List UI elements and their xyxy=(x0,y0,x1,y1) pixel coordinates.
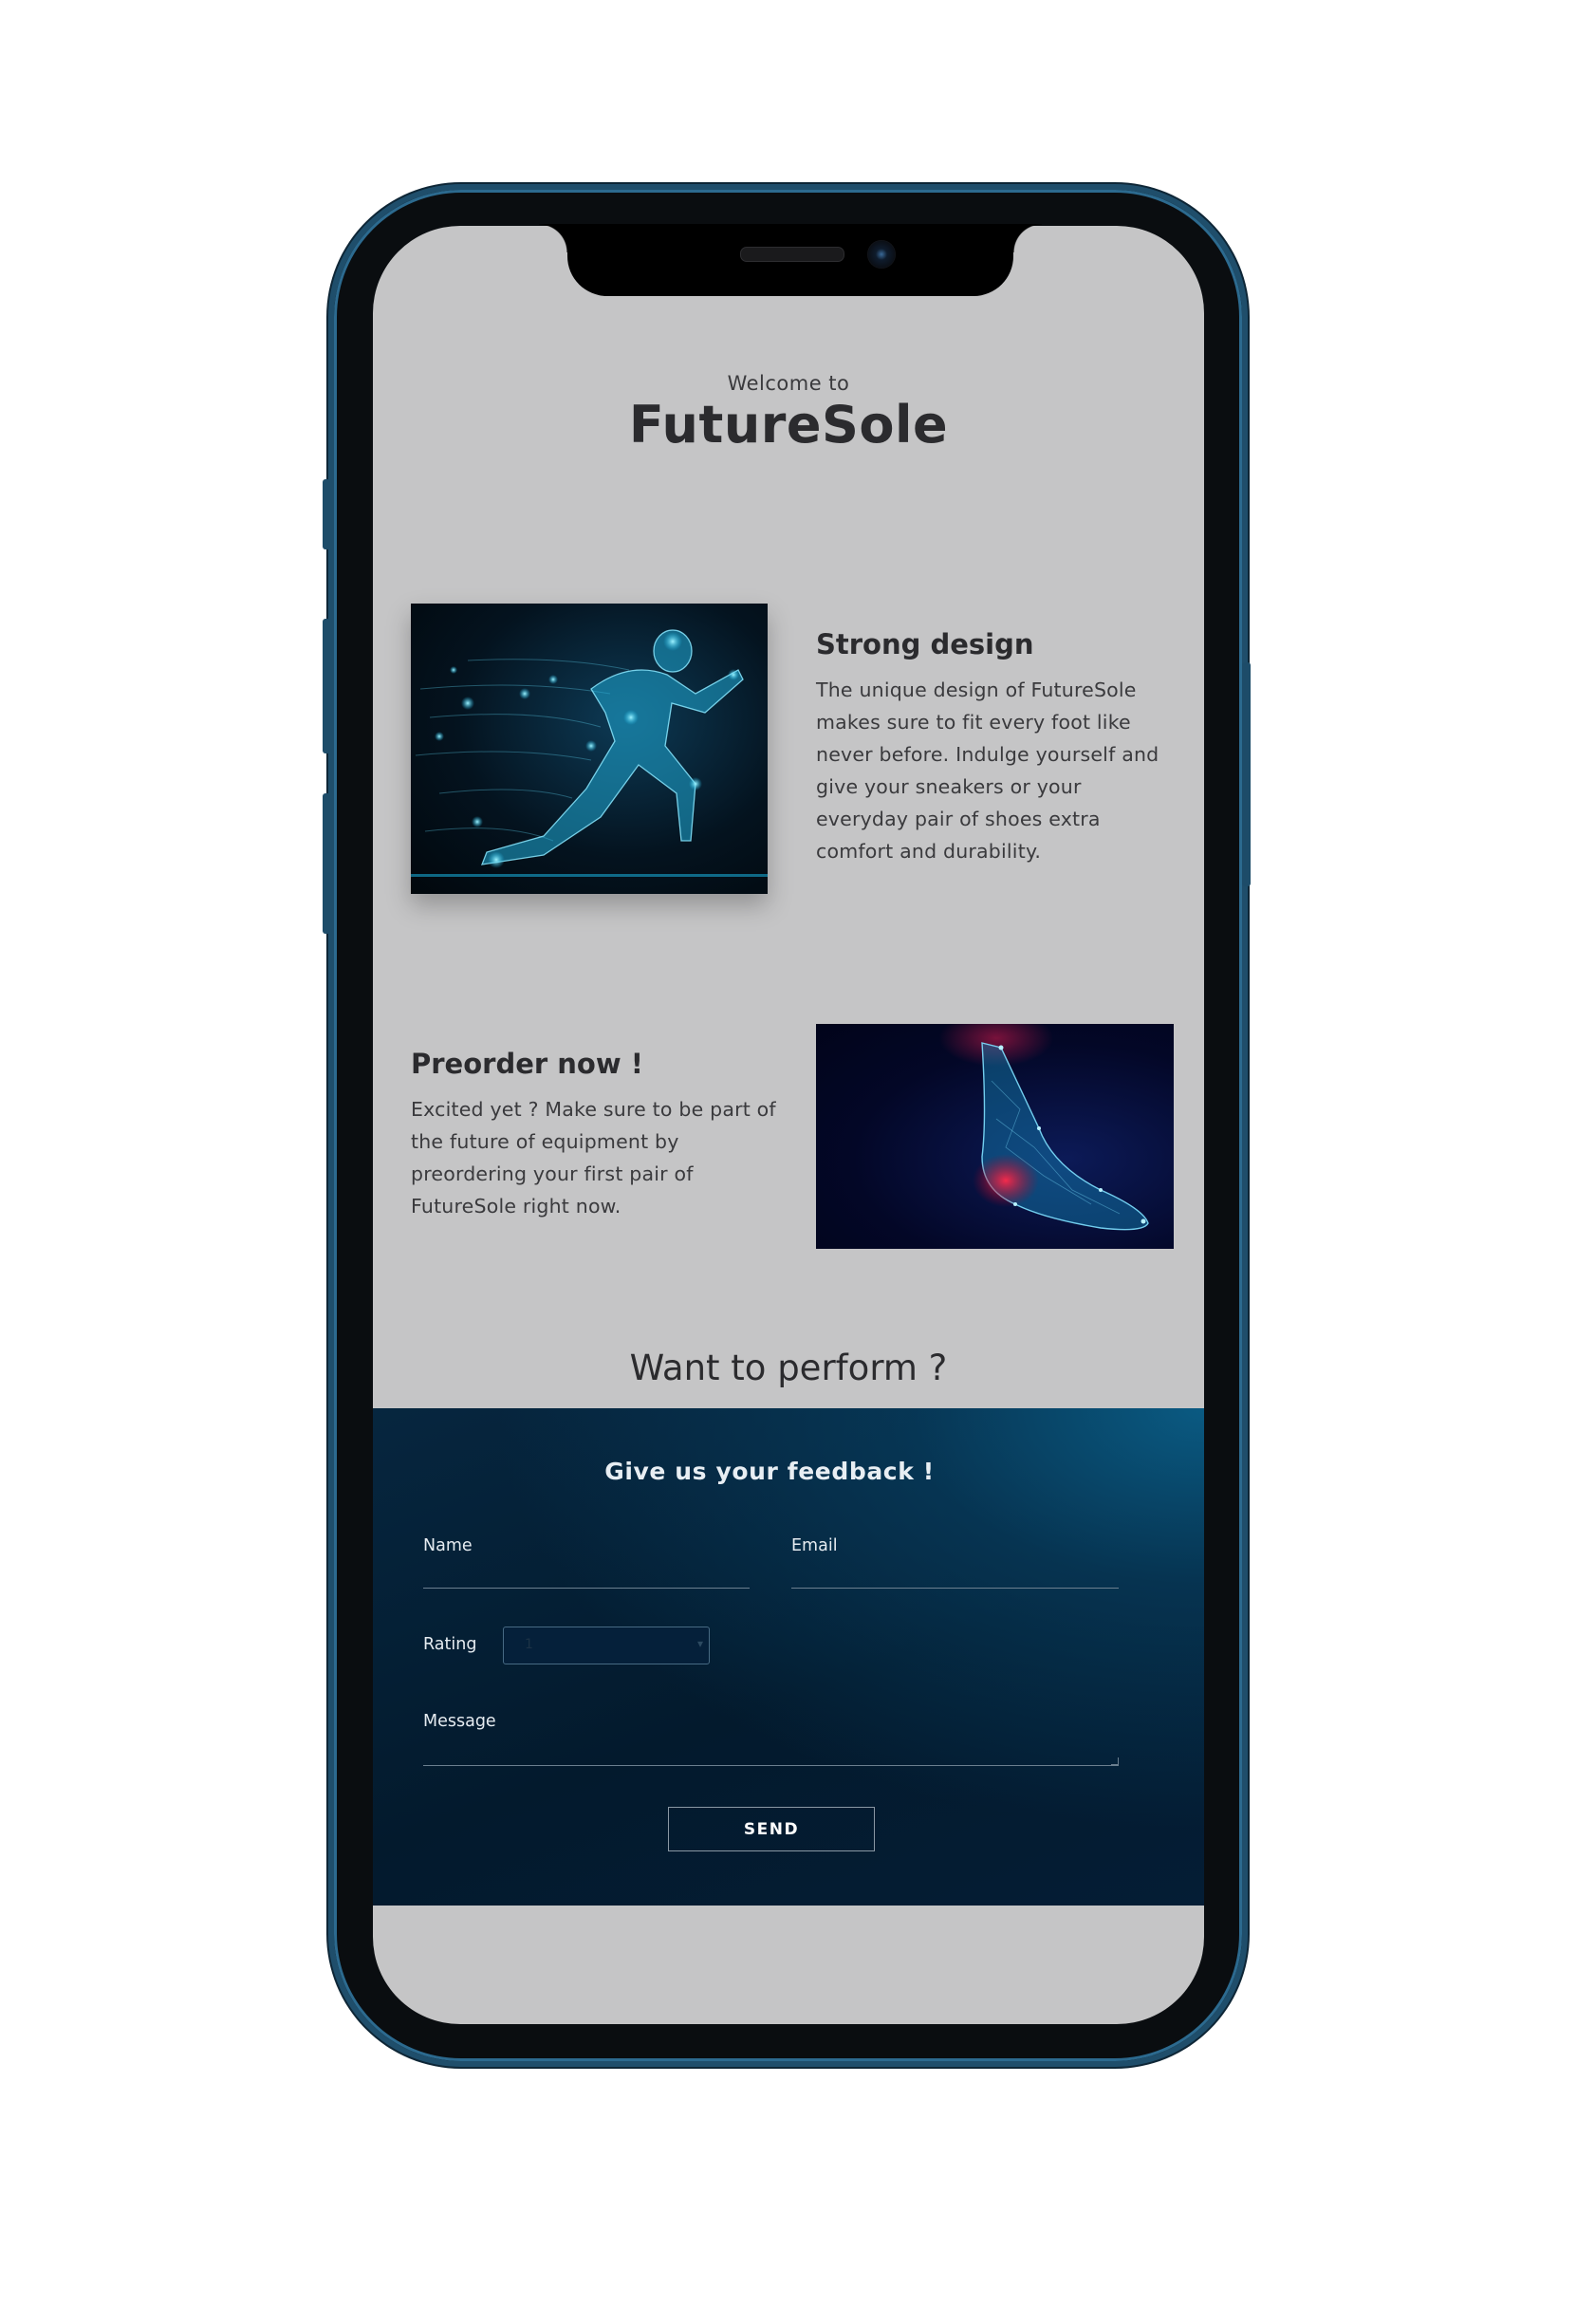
feature-text-strong-design: The unique design of FutureSole makes su… xyxy=(816,679,1159,863)
send-button[interactable]: SEND xyxy=(668,1807,875,1851)
running-figure-image xyxy=(411,604,768,894)
chevron-down-icon: ▾ xyxy=(696,1637,703,1650)
phone-notch xyxy=(539,224,1042,296)
brand-title: FutureSole xyxy=(628,395,949,455)
feedback-title: Give us your feedback ! xyxy=(604,1458,935,1485)
welcome-text: Welcome to xyxy=(727,372,850,395)
rating-select-value: 1 xyxy=(525,1637,533,1652)
textarea-resize-handle[interactable] xyxy=(1111,1757,1119,1765)
rating-label: Rating xyxy=(423,1635,477,1654)
phone-power-button xyxy=(1242,662,1251,886)
feature-title-strong-design: Strong design xyxy=(816,628,1034,660)
front-camera-icon xyxy=(867,240,896,269)
name-field[interactable] xyxy=(423,1588,750,1589)
phone-volume-down xyxy=(323,793,330,934)
feature-title-preorder: Preorder now ! xyxy=(411,1048,643,1080)
message-field[interactable] xyxy=(423,1765,1119,1766)
phone-silent-switch xyxy=(323,479,330,549)
name-label: Name xyxy=(423,1536,473,1555)
cta-heading: Want to perform ? xyxy=(629,1348,948,1388)
rating-select[interactable]: 1 ▾ xyxy=(503,1627,710,1664)
phone-volume-up xyxy=(323,619,330,753)
message-label: Message xyxy=(423,1712,496,1731)
phone-screen: Welcome to FutureSole Strong design The … xyxy=(373,226,1204,2024)
foot-scan-image xyxy=(816,1024,1174,1249)
feedback-form: Give us your feedback ! Name Email Ratin… xyxy=(373,1408,1204,1906)
email-label: Email xyxy=(791,1536,838,1555)
speaker-grille xyxy=(740,247,844,262)
email-field[interactable] xyxy=(791,1588,1119,1589)
feature-text-preorder: Excited yet ? Make sure to be part of th… xyxy=(411,1098,776,1218)
